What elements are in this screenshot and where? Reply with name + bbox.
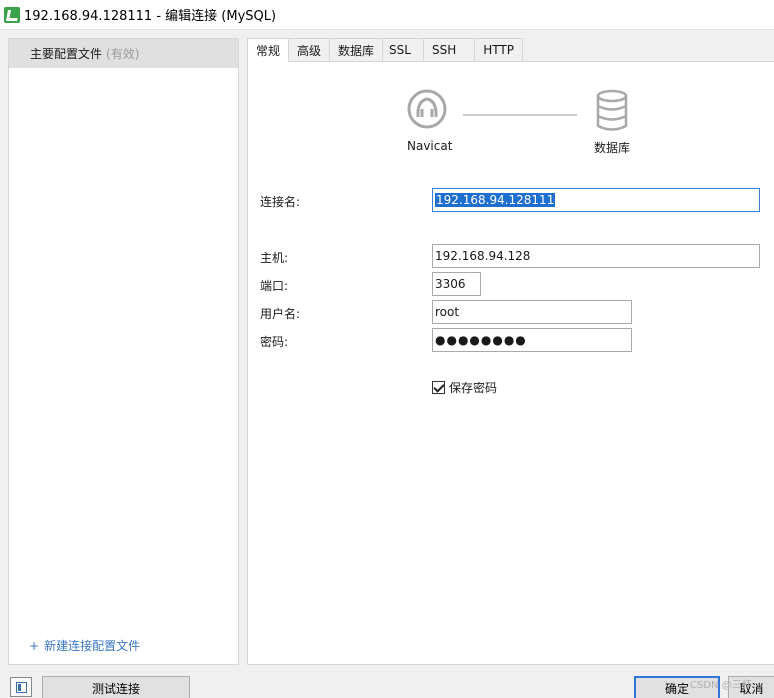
tab-http[interactable]: HTTP [474, 38, 523, 61]
navicat-logo-icon [407, 89, 447, 129]
port-input[interactable]: 3306 [432, 272, 481, 296]
port-label: 端口: [260, 279, 289, 293]
title-bar: 192.168.94.128111 - 编辑连接 (MySQL) [0, 0, 774, 30]
tab-database[interactable]: 数据库 [329, 38, 384, 61]
password-label: 密码: [260, 335, 289, 349]
save-password-checkbox[interactable] [432, 381, 445, 394]
connection-diagram: Navicat 数据库 [248, 62, 774, 162]
new-profile-label: 新建连接配置文件 [44, 639, 141, 653]
dialog-footer: 测试连接 确定 取消 CSDN @三杯 [0, 672, 774, 698]
connection-name-value: 192.168.94.128111 [435, 193, 556, 207]
new-profile-link[interactable]: + 新建连接配置文件 [29, 637, 140, 654]
profile-status: (有效) [106, 47, 140, 61]
username-value: root [435, 305, 460, 319]
profile-name: 主要配置文件 [30, 47, 103, 61]
tab-advanced[interactable]: 高级 [288, 38, 331, 61]
sidebar-toggle-button[interactable] [10, 677, 32, 697]
tab-ssl[interactable]: SSL [382, 38, 424, 61]
host-input[interactable]: 192.168.94.128 [432, 244, 760, 268]
plus-icon: + [29, 638, 40, 653]
username-label: 用户名: [260, 307, 301, 321]
tab-ssh[interactable]: SSH [422, 38, 476, 61]
save-password-label: 保存密码 [449, 381, 498, 395]
sidebar-toggle-icon [16, 682, 27, 693]
tab-general[interactable]: 常规 [247, 38, 290, 62]
password-input[interactable]: ●●●●●●●● [432, 328, 632, 352]
connection-name-input[interactable]: 192.168.94.128111 [432, 188, 760, 212]
profile-sidebar: 主要配置文件 (有效) + 新建连接配置文件 [8, 38, 239, 665]
navicat-label: Navicat [407, 139, 453, 153]
window-title: 192.168.94.128111 - 编辑连接 (MySQL) [24, 9, 277, 24]
host-label: 主机: [260, 251, 289, 265]
port-value: 3306 [435, 277, 466, 291]
navicat-app-icon [4, 6, 20, 23]
save-password-option[interactable]: 保存密码 [432, 379, 497, 396]
connection-settings-panel: 常规 高级 数据库 SSL SSH HTTP Navicat 数据库 连接名: [247, 38, 774, 665]
connection-line [463, 114, 577, 116]
connection-name-label: 连接名: [260, 195, 301, 209]
tab-bar: 常规 高级 数据库 SSL SSH HTTP [247, 38, 523, 62]
database-label: 数据库 [594, 141, 631, 155]
watermark-text: CSDN @三杯 [690, 680, 752, 691]
host-value: 192.168.94.128 [435, 249, 531, 263]
general-tab-content: Navicat 数据库 连接名: 192.168.94.128111 主机: 1… [247, 61, 774, 665]
database-icon [596, 89, 628, 131]
profile-item-main[interactable]: 主要配置文件 (有效) [9, 39, 238, 68]
password-value: ●●●●●●●● [435, 333, 527, 347]
test-connection-button[interactable]: 测试连接 [42, 676, 190, 698]
username-input[interactable]: root [432, 300, 632, 324]
